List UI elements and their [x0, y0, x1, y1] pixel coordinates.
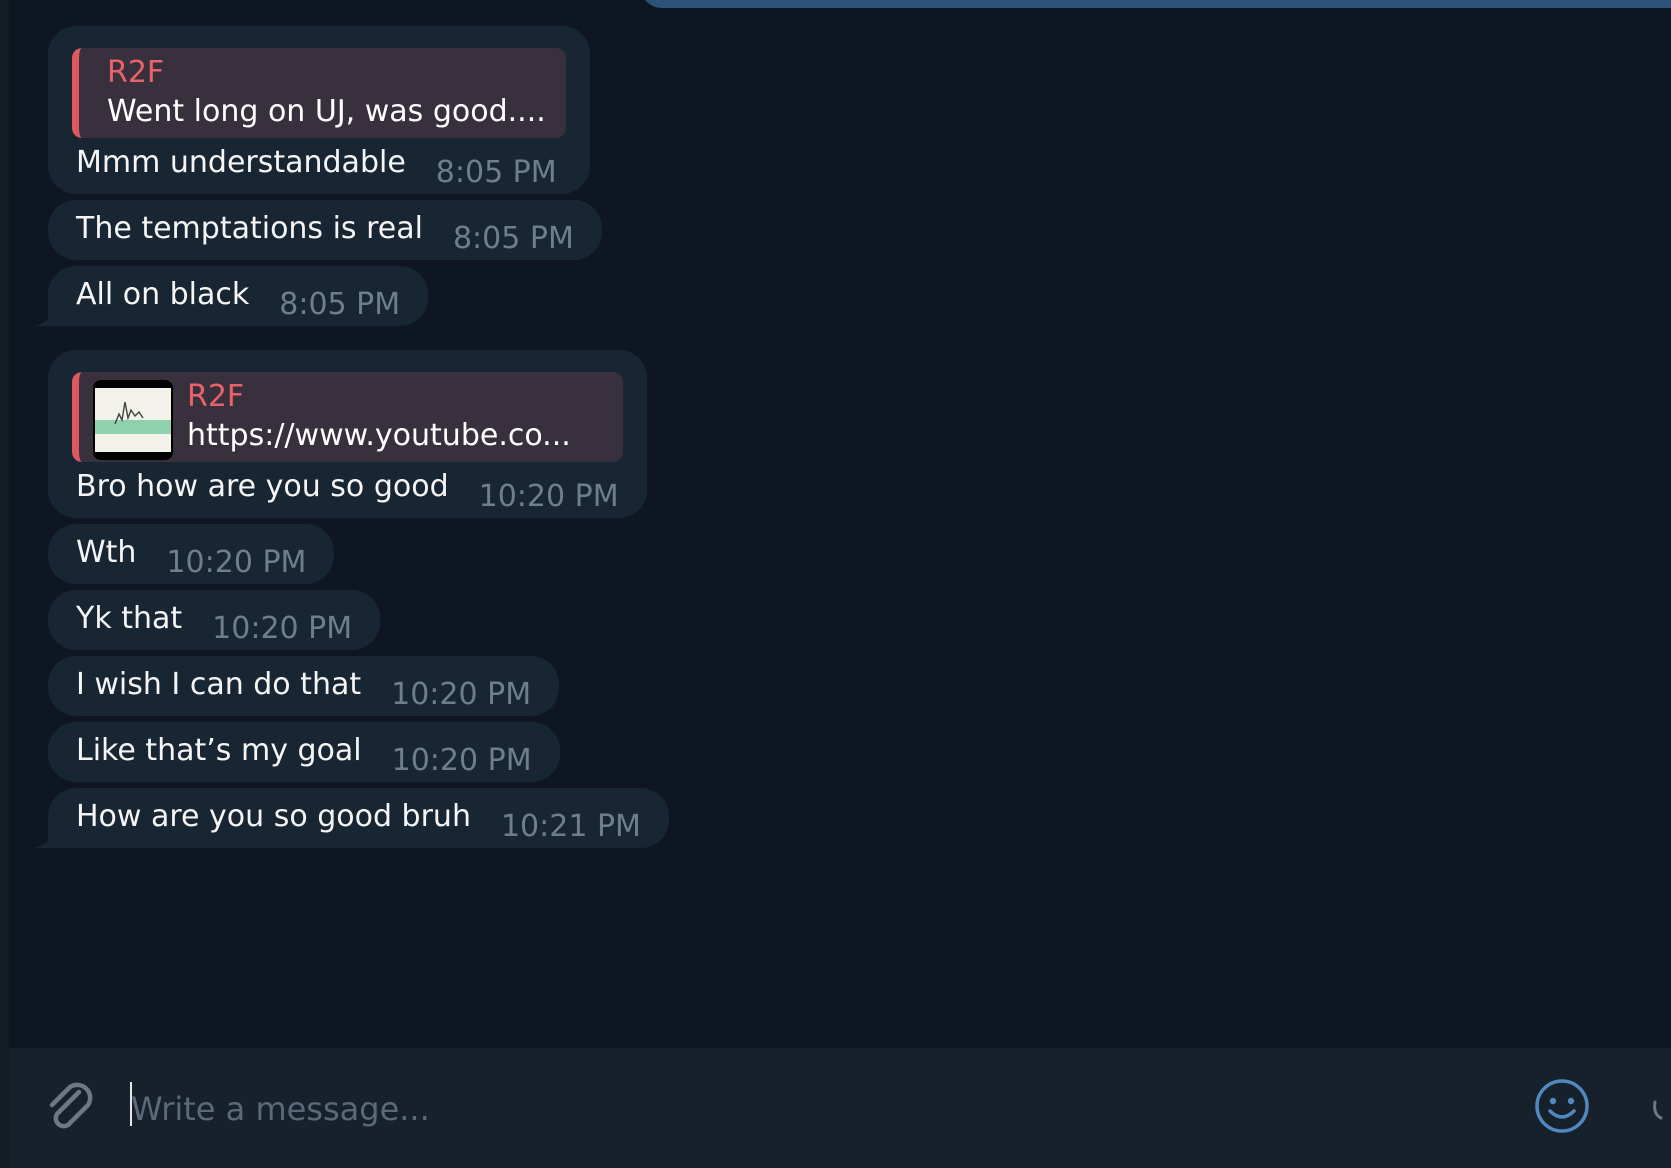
voice-record-icon[interactable] — [1651, 1096, 1671, 1126]
smiley-icon[interactable] — [1532, 1076, 1592, 1136]
paperclip-icon[interactable] — [39, 1078, 99, 1138]
message-text: Yk that — [76, 601, 183, 636]
message-bubble[interactable]: All on black 8:05 PM — [33, 266, 429, 326]
message-text: Wth — [76, 535, 137, 570]
message-text: Mmm understandable — [76, 145, 406, 180]
message-text: Bro how are you so good — [76, 469, 449, 504]
message-time: 10:20 PM — [212, 611, 353, 646]
message-bubble[interactable]: I wish I can do that 10:20 PM — [48, 656, 560, 716]
message-bubble[interactable]: Wth 10:20 PM — [48, 524, 335, 584]
reply-preview[interactable]: R2F https://www.youtube.co... — [72, 372, 623, 462]
message-time: 8:05 PM — [279, 287, 401, 322]
message-time: 10:20 PM — [391, 743, 532, 778]
left-panel-divider — [0, 0, 9, 1168]
chart-thumbnail — [93, 380, 173, 460]
message-time: 10:20 PM — [391, 677, 532, 712]
outgoing-message-edge — [640, 0, 1671, 8]
reply-text: Went long on UJ, was good.... — [107, 94, 546, 129]
message-input[interactable] — [129, 1078, 1513, 1140]
chat-window: R2F Went long on UJ, was good.... Mmm un… — [0, 0, 1671, 1168]
message-list: R2F Went long on UJ, was good.... Mmm un… — [33, 26, 1048, 854]
message-bubble[interactable]: How are you so good bruh 10:21 PM — [34, 788, 669, 848]
message-text: I wish I can do that — [76, 667, 362, 702]
message-time: 8:05 PM — [452, 221, 574, 256]
text-caret — [130, 1082, 132, 1126]
reply-author: R2F — [187, 379, 245, 414]
message-bubble[interactable]: R2F Went long on UJ, was good.... Mmm un… — [48, 26, 590, 194]
message-bubble[interactable]: The temptations is real 8:05 PM — [48, 200, 602, 260]
message-bubble[interactable]: R2F https://www.youtube.co... Bro how ar… — [48, 350, 647, 518]
message-text: The temptations is real — [76, 211, 423, 246]
message-composer — [9, 1048, 1671, 1168]
message-time: 8:05 PM — [435, 155, 557, 190]
message-time: 10:20 PM — [166, 545, 307, 580]
message-text: How are you so good bruh — [76, 799, 471, 834]
message-text: Like that’s my goal — [76, 733, 362, 768]
reply-link-text: https://www.youtube.co... — [187, 418, 571, 453]
reply-author: R2F — [107, 55, 165, 90]
message-time: 10:20 PM — [478, 479, 619, 514]
reply-preview[interactable]: R2F Went long on UJ, was good.... — [72, 48, 566, 138]
message-bubble[interactable]: Like that’s my goal 10:20 PM — [48, 722, 560, 782]
message-text: All on black — [76, 277, 250, 312]
message-bubble[interactable]: Yk that 10:20 PM — [48, 590, 381, 650]
message-time: 10:21 PM — [500, 809, 641, 844]
